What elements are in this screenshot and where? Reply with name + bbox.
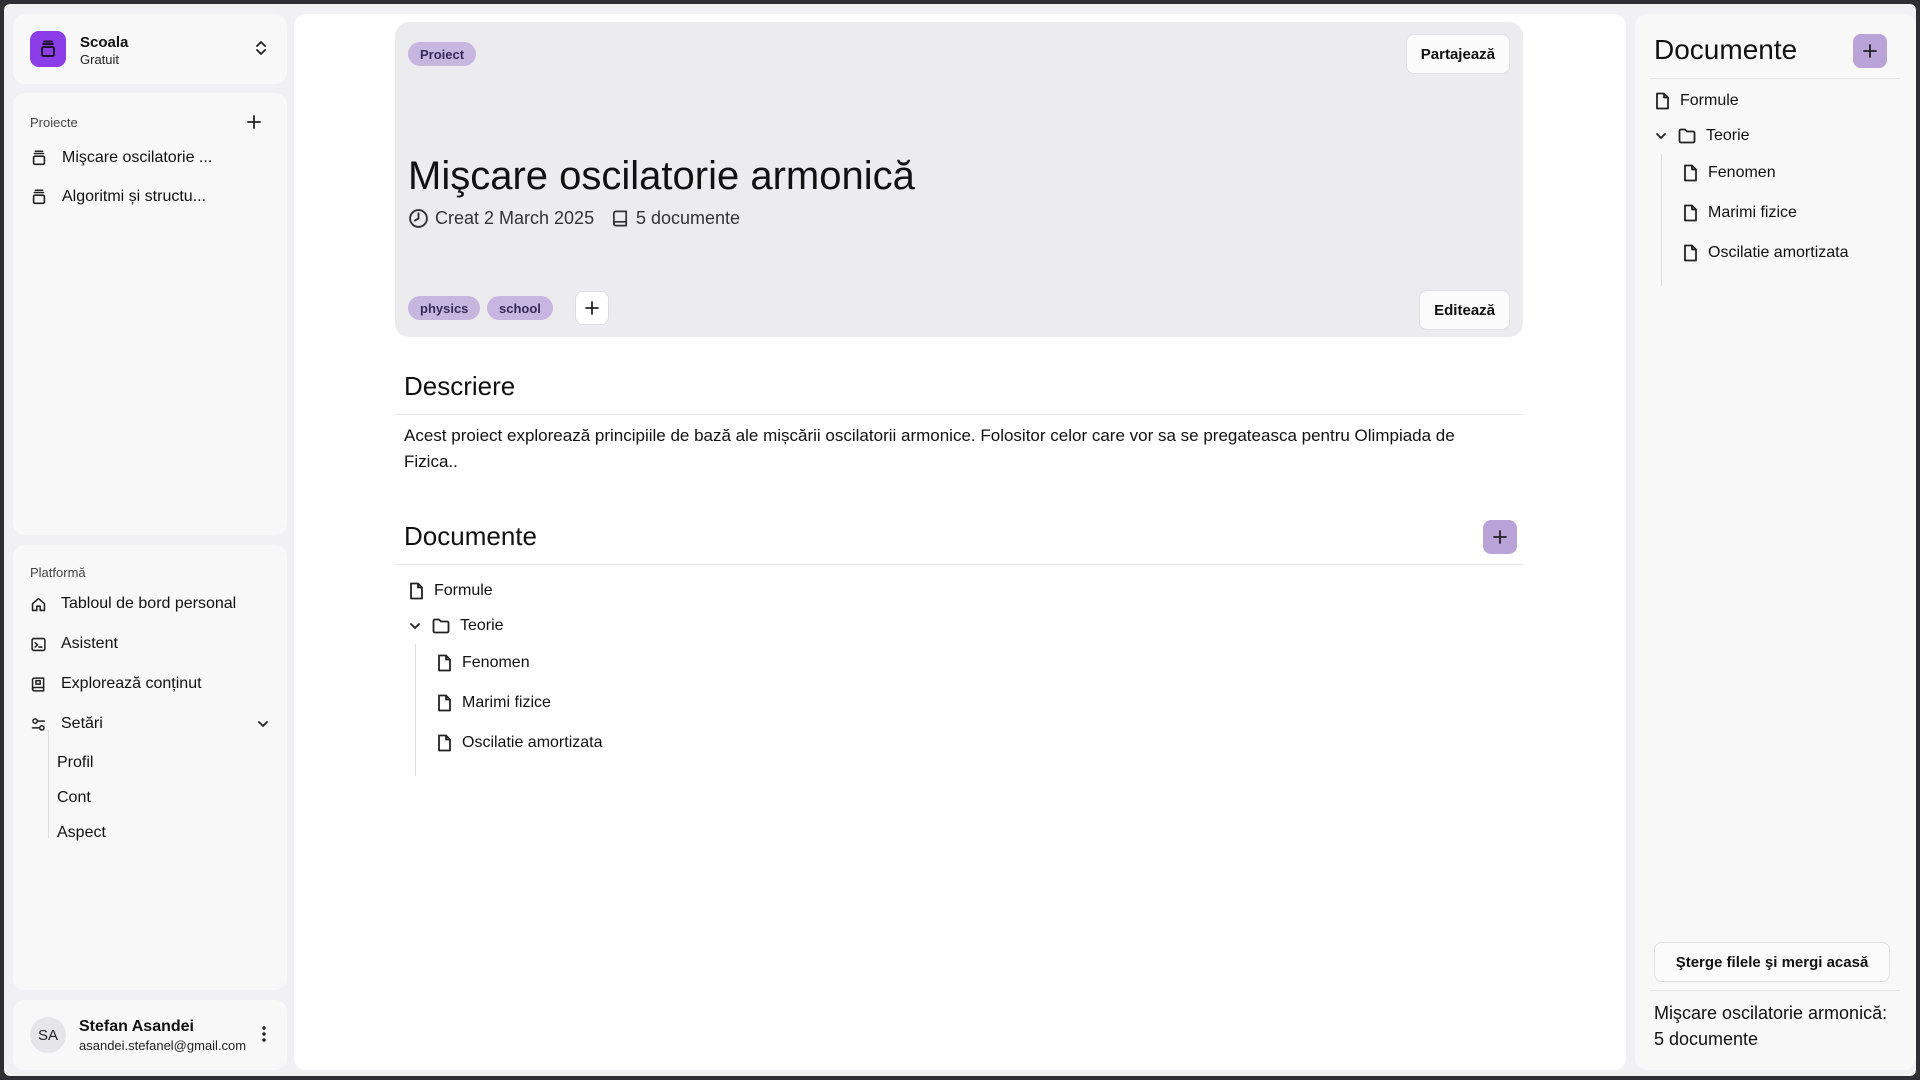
sidebar-item-dashboard[interactable]: Tabloul de bord personal <box>30 588 236 620</box>
plus-icon <box>1493 530 1507 544</box>
project-badge: Proiect <box>408 42 477 66</box>
sidebar-item-label: Algoritmi și structu... <box>62 188 207 205</box>
folder-icon <box>432 618 450 634</box>
created-date: Creat 2 March 2025 <box>435 208 595 228</box>
doc-item[interactable]: Oscilatie amortizata <box>1682 244 1849 262</box>
doc-item-root[interactable]: Formule <box>1654 92 1739 110</box>
sidebar-item-label: Mişcare oscilatorie ... <box>62 149 213 166</box>
documents-heading: Documente <box>404 521 537 551</box>
book-icon <box>31 676 45 692</box>
documents-panel: Documente Formule Teorie Fenomen Marimi … <box>1635 14 1916 1070</box>
folder-icon <box>1678 128 1696 144</box>
submenu-guide-line <box>48 730 49 838</box>
settings-sub-account[interactable]: Cont <box>57 789 91 807</box>
panel-title: Documente <box>1654 34 1798 65</box>
archive-icon <box>32 150 46 166</box>
file-icon <box>1684 204 1697 222</box>
documents-count: 5 documente <box>636 208 741 228</box>
divider <box>1650 990 1900 991</box>
doc-item[interactable]: Marimi fizice <box>1682 204 1797 222</box>
file-icon <box>1656 92 1669 110</box>
workspace-plan: Gratuit <box>80 52 120 67</box>
divider <box>395 414 1523 415</box>
settings-icon <box>31 717 46 731</box>
book-icon <box>612 210 628 227</box>
add-document-button[interactable] <box>1853 34 1887 68</box>
description-text: Acest proiect explorează principiile de … <box>404 426 1455 471</box>
platform-label: Platformă <box>30 565 86 580</box>
sidebar-item-label: Explorează conținut <box>61 675 202 692</box>
file-icon <box>410 582 423 600</box>
sidebar-item-project[interactable]: Mişcare oscilatorie ... <box>30 142 212 174</box>
tree-guide-line <box>415 644 416 776</box>
file-icon <box>1684 164 1697 182</box>
doc-folder[interactable]: Teorie <box>408 617 504 635</box>
plus-icon <box>1863 44 1877 58</box>
projects-label: Proiecte <box>30 115 78 130</box>
main-content: Proiect Partajează Mişcare oscilatorie a… <box>294 14 1626 1070</box>
projects-section: Proiecte Mişcare oscilatorie ... Algorit… <box>13 93 287 535</box>
documents-summary: Mişcare oscilatorie armonică: 5 document… <box>1654 1003 1888 1049</box>
file-icon <box>1684 244 1697 262</box>
app-window: Scoala Gratuit Proiecte Mişcare oscilato… <box>4 4 1916 1076</box>
project-header: Proiect Partajează Mişcare oscilatorie a… <box>395 22 1523 337</box>
sidebar-item-explore[interactable]: Explorează conținut <box>30 668 202 700</box>
file-icon <box>438 734 451 752</box>
chevron-down-icon[interactable] <box>256 717 270 731</box>
platform-section: Platformă Tabloul de bord personal Asist… <box>13 545 287 990</box>
edit-button[interactable]: Editează <box>1419 290 1510 330</box>
sidebar-item-label: Tabloul de bord personal <box>61 595 237 612</box>
workspace-logo-icon <box>30 31 66 67</box>
workspace-switcher[interactable]: Scoala Gratuit <box>13 14 287 84</box>
add-project-button[interactable] <box>244 112 264 132</box>
clock-icon <box>409 209 428 228</box>
user-email: asandei.stefanel@gmail.com <box>79 1038 247 1053</box>
terminal-icon <box>31 637 46 651</box>
doc-item[interactable]: Fenomen <box>436 654 530 672</box>
tree-guide-line <box>1661 154 1662 286</box>
divider <box>1650 78 1900 79</box>
home-icon <box>31 597 46 611</box>
user-name: Stefan Asandei <box>79 1018 194 1035</box>
file-icon <box>438 694 451 712</box>
sidebar-item-project[interactable]: Algoritmi și structu... <box>30 181 206 213</box>
more-vertical-icon[interactable] <box>261 1024 267 1044</box>
doc-folder[interactable]: Teorie <box>1654 127 1750 145</box>
workspace-name: Scoala <box>80 34 129 51</box>
description-heading: Descriere <box>404 371 516 401</box>
doc-item[interactable]: Fenomen <box>1682 164 1776 182</box>
sidebar-item-settings[interactable]: Setări <box>30 708 270 740</box>
settings-sub-appearance[interactable]: Aspect <box>57 824 106 842</box>
sidebar-item-label: Asistent <box>61 635 118 652</box>
chevron-down-icon[interactable] <box>408 619 422 633</box>
share-button[interactable]: Partajează <box>1405 34 1510 74</box>
settings-sub-profile[interactable]: Profil <box>57 754 93 772</box>
chevron-updown-icon[interactable] <box>253 38 269 58</box>
documents-count-meta: 5 documente <box>611 208 740 229</box>
doc-item[interactable]: Oscilatie amortizata <box>436 734 603 752</box>
plus-icon <box>585 301 599 315</box>
add-tag-button[interactable] <box>575 291 609 325</box>
user-card[interactable]: SA Stefan Asandei asandei.stefanel@gmail… <box>13 1000 287 1070</box>
sidebar-item-assistant[interactable]: Asistent <box>30 628 118 660</box>
file-icon <box>438 654 451 672</box>
divider <box>395 564 1523 565</box>
doc-item-root[interactable]: Formule <box>408 582 493 600</box>
doc-item[interactable]: Marimi fizice <box>436 694 551 712</box>
tag-physics[interactable]: physics <box>408 296 481 320</box>
archive-icon <box>32 189 46 205</box>
delete-files-button[interactable]: Şterge filele şi mergi acasă <box>1654 942 1890 982</box>
tag-school[interactable]: school <box>487 296 553 320</box>
add-document-button[interactable] <box>1483 520 1517 554</box>
avatar: SA <box>30 1017 66 1053</box>
chevron-down-icon[interactable] <box>1654 129 1668 143</box>
created-meta: Creat 2 March 2025 <box>408 208 594 229</box>
page-title: Mişcare oscilatorie armonică <box>408 154 915 198</box>
sidebar-item-label: Setări <box>61 715 103 732</box>
